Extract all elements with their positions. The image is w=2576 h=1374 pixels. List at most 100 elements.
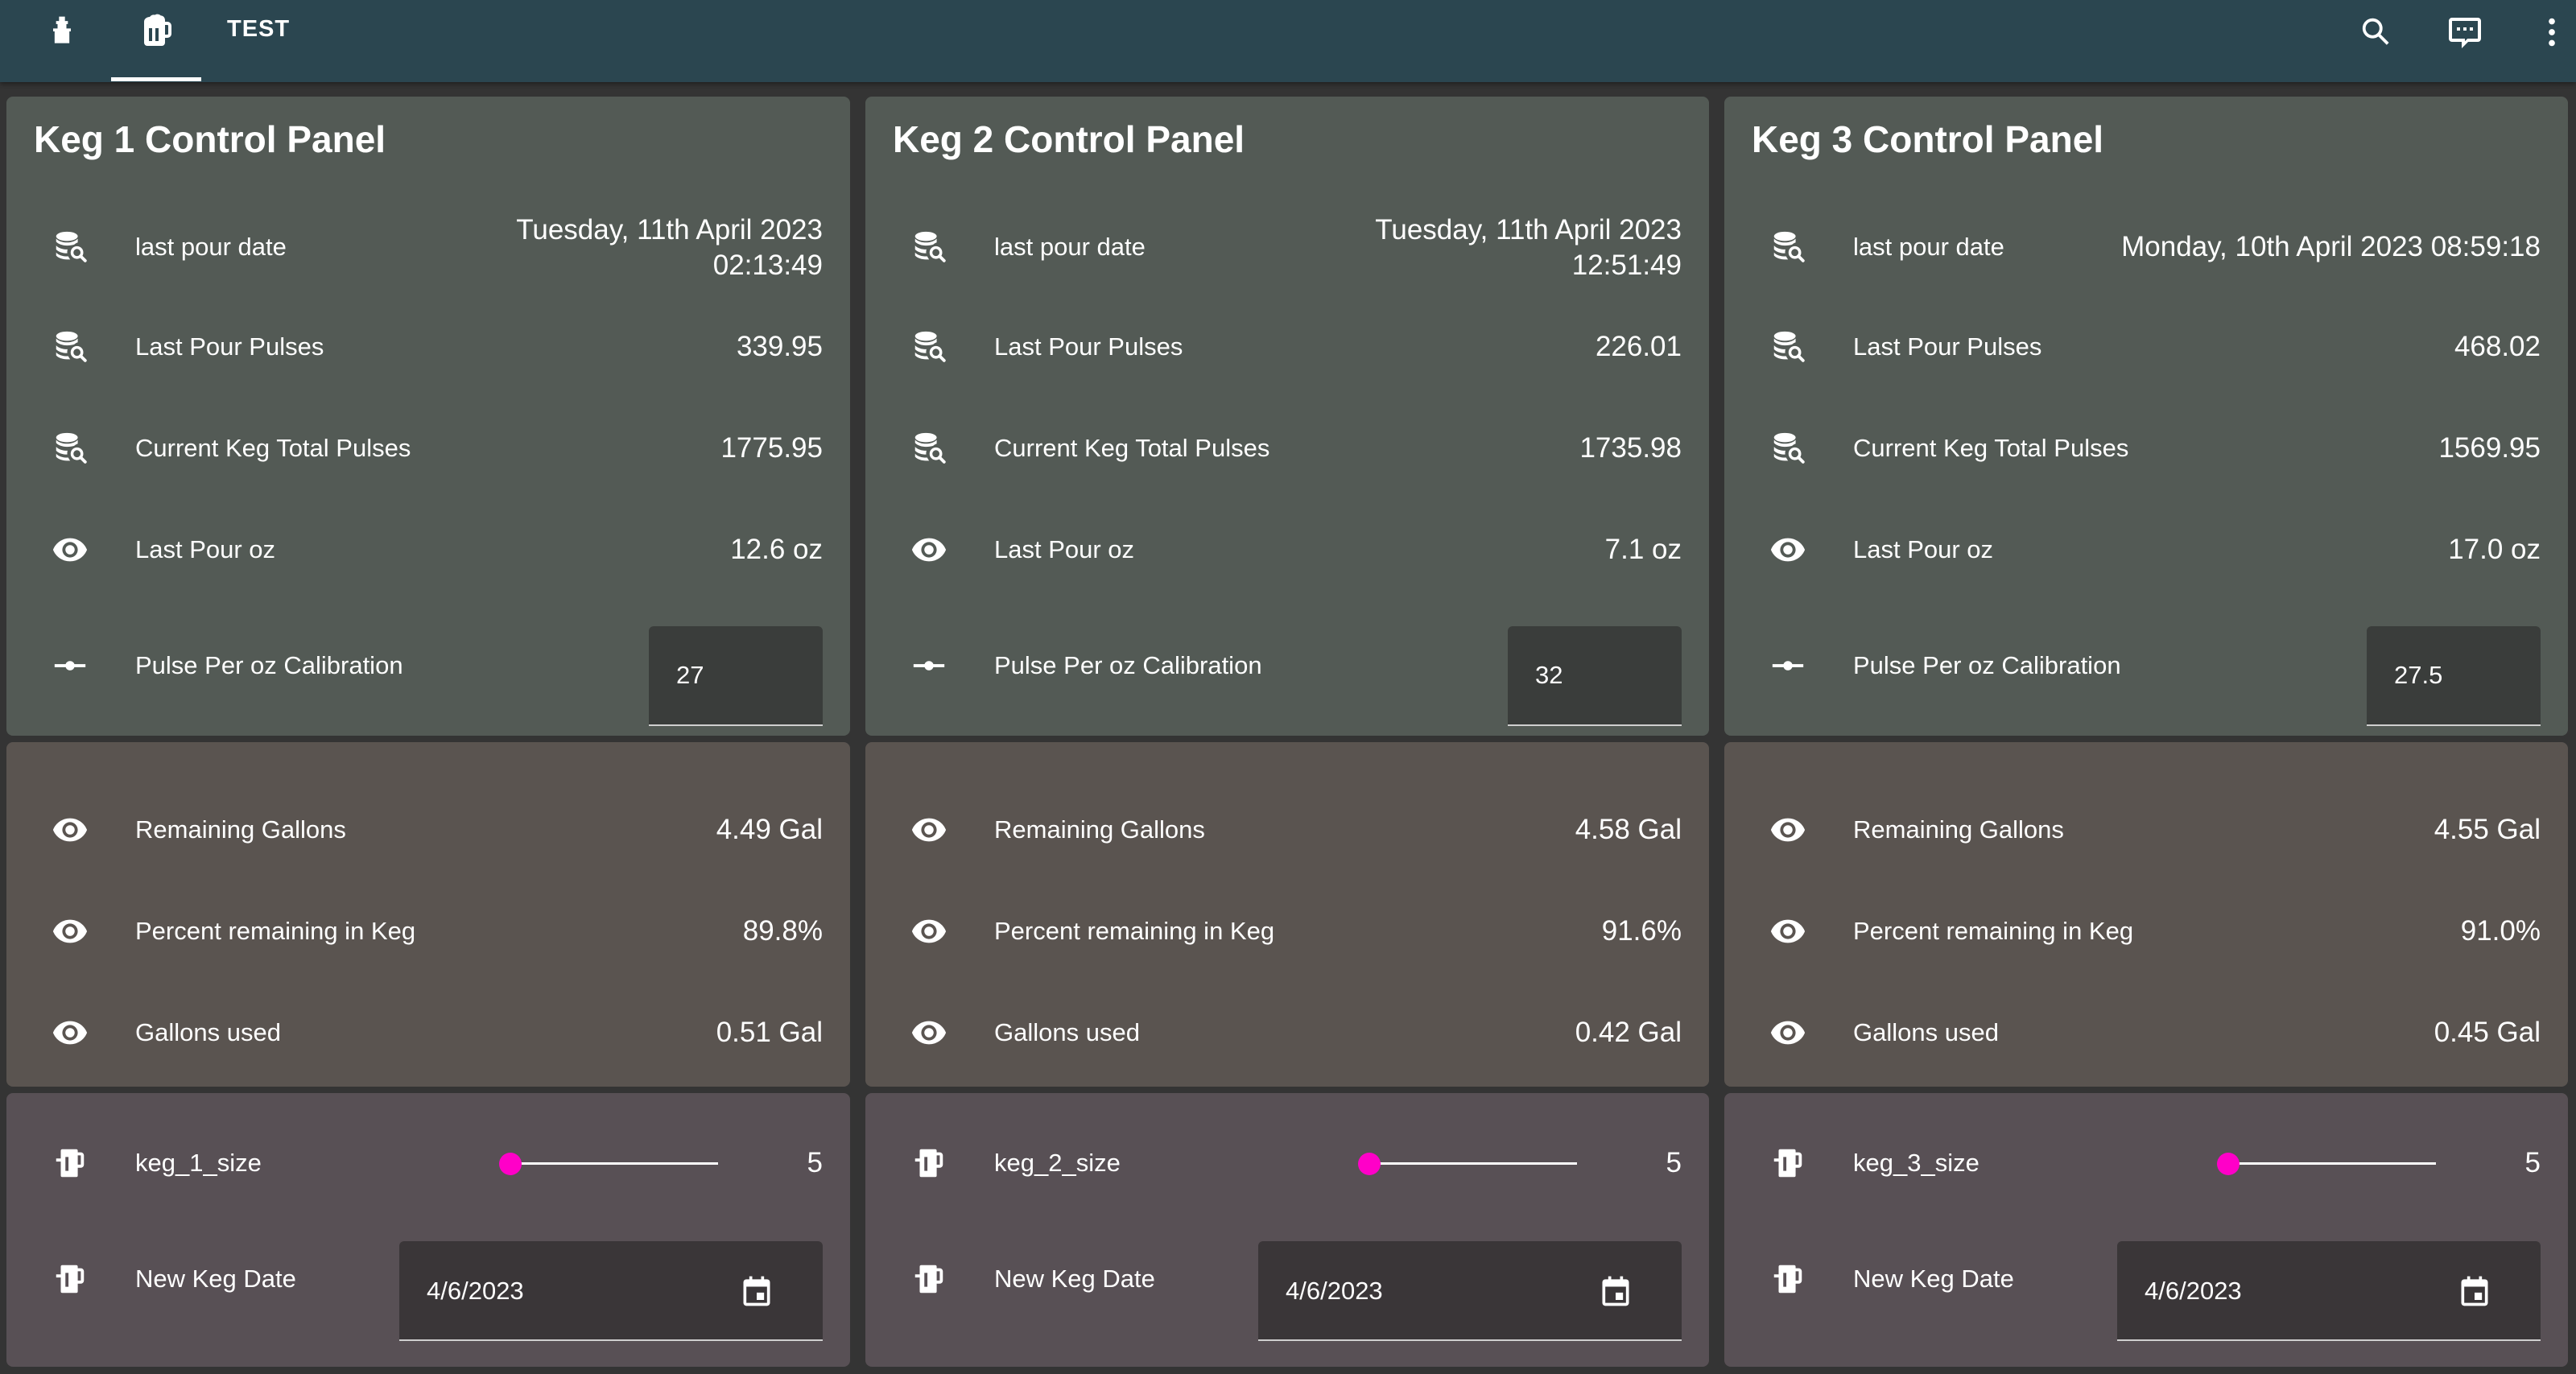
row-label: Current Keg Total Pulses: [135, 434, 411, 462]
row-value: 5: [807, 1147, 823, 1178]
row-last-pour-oz[interactable]: Last Pour oz 7.1 oz: [865, 522, 1709, 578]
row-label: Gallons used: [994, 1018, 1140, 1046]
calendar-icon[interactable]: [1598, 1273, 1633, 1309]
last-pour-time-line: 12:51:49: [1571, 250, 1682, 281]
calendar-icon[interactable]: [739, 1273, 774, 1309]
card-title: Keg 1 Control Panel: [34, 118, 386, 160]
dots-vertical-icon: [2549, 18, 2555, 47]
search-icon: [2362, 18, 2389, 45]
new-keg-date-input[interactable]: 4/6/2023: [1258, 1241, 1682, 1341]
database-search-icon: [1766, 225, 1810, 269]
row-label: Pulse Per oz Calibration: [135, 651, 403, 679]
calendar-icon[interactable]: [2457, 1273, 2492, 1309]
row-value: 468.02: [2454, 331, 2541, 362]
row-label: Current Keg Total Pulses: [994, 434, 1270, 462]
last-pour-date-line: Tuesday, 11th April 2023: [516, 214, 823, 246]
row-label: Percent remaining in Keg: [135, 917, 416, 945]
row-percent-remaining[interactable]: Percent remaining in Keg 91.6%: [865, 903, 1709, 959]
row-label: Last Pour Pulses: [1853, 332, 2042, 361]
row-value: 89.8%: [742, 915, 823, 947]
row-value: 7.1 oz: [1604, 534, 1682, 565]
tab-tool[interactable]: [40, 10, 84, 53]
row-label: Remaining Gallons: [1853, 815, 2064, 844]
keg-icon: [1766, 1257, 1810, 1301]
row-last-pour-oz[interactable]: Last Pour oz 17.0 oz: [1724, 522, 2568, 578]
row-last-pour-date[interactable]: last pour date Monday, 10th April 2023 0…: [1724, 219, 2568, 275]
active-tab-indicator: [111, 77, 201, 81]
calibration-input[interactable]: [1508, 626, 1682, 726]
new-keg-date-input[interactable]: 4/6/2023: [399, 1241, 823, 1341]
row-value: Tuesday, 11th April 2023 12:51:49: [1375, 212, 1682, 283]
new-keg-date-input[interactable]: 4/6/2023: [2117, 1241, 2541, 1341]
row-calibration: Pulse Per oz Calibration: [865, 626, 1709, 726]
row-total-pulses[interactable]: Current Keg Total Pulses 1569.95: [1724, 420, 2568, 477]
row-value: 4.49 Gal: [716, 814, 823, 845]
keg-2-control-panel-card: Keg 2 Control Panel last pour date Tuesd…: [865, 97, 1709, 736]
overflow-menu-button[interactable]: [2529, 10, 2574, 55]
row-label: Remaining Gallons: [135, 815, 346, 844]
calibration-input[interactable]: [649, 626, 823, 726]
row-gallons-used[interactable]: Gallons used 0.42 Gal: [865, 1005, 1709, 1061]
eye-icon: [48, 910, 92, 953]
tab-test[interactable]: TEST: [227, 16, 290, 43]
row-last-pour-pulses[interactable]: Last Pour Pulses 468.02: [1724, 319, 2568, 375]
row-label: New Keg Date: [994, 1265, 1155, 1293]
eye-icon: [907, 1011, 951, 1054]
row-label: Gallons used: [1853, 1018, 1999, 1046]
slider-track: [1369, 1162, 1577, 1165]
row-label: keg_2_size: [994, 1149, 1121, 1177]
row-remaining-gallons[interactable]: Remaining Gallons 4.55 Gal: [1724, 802, 2568, 858]
row-last-pour-pulses[interactable]: Last Pour Pulses 226.01: [865, 319, 1709, 375]
row-total-pulses[interactable]: Current Keg Total Pulses 1735.98: [865, 420, 1709, 477]
row-value: 0.45 Gal: [2434, 1017, 2541, 1048]
row-last-pour-pulses[interactable]: Last Pour Pulses 339.95: [6, 319, 850, 375]
row-calibration: Pulse Per oz Calibration: [1724, 626, 2568, 726]
row-gallons-used[interactable]: Gallons used 0.51 Gal: [6, 1005, 850, 1061]
slider-track: [510, 1162, 718, 1165]
row-keg-size: keg_2_size 5: [865, 1135, 1709, 1191]
keg-2-settings-card: keg_2_size 5 New Keg Date 4/6/2023: [865, 1093, 1709, 1367]
keg-size-slider[interactable]: [499, 1135, 718, 1191]
tab-keg[interactable]: [134, 10, 177, 53]
card-title: Keg 3 Control Panel: [1752, 118, 2104, 160]
calibration-input[interactable]: [2367, 626, 2541, 726]
keg-icon: [907, 1257, 951, 1301]
keg-icon: [907, 1141, 951, 1185]
row-label: Last Pour Pulses: [994, 332, 1183, 361]
keg-1-volume-card: Remaining Gallons 4.49 Gal Percent remai…: [6, 742, 850, 1087]
row-value: 17.0 oz: [2448, 534, 2541, 565]
row-percent-remaining[interactable]: Percent remaining in Keg 89.8%: [6, 903, 850, 959]
row-label: Last Pour oz: [1853, 535, 1994, 563]
database-search-icon: [907, 325, 951, 369]
eye-icon: [1766, 910, 1810, 953]
row-label: Gallons used: [135, 1018, 281, 1046]
keg-icon: [48, 1141, 92, 1185]
row-remaining-gallons[interactable]: Remaining Gallons 4.49 Gal: [6, 802, 850, 858]
slider-track: [2228, 1162, 2436, 1165]
row-label: last pour date: [994, 233, 1146, 261]
row-remaining-gallons[interactable]: Remaining Gallons 4.58 Gal: [865, 802, 1709, 858]
eye-icon: [1766, 1011, 1810, 1054]
row-label: Current Keg Total Pulses: [1853, 434, 2129, 462]
assist-button[interactable]: [2442, 10, 2487, 55]
row-percent-remaining[interactable]: Percent remaining in Keg 91.0%: [1724, 903, 2568, 959]
row-value: 91.0%: [2460, 915, 2541, 947]
row-label: Remaining Gallons: [994, 815, 1205, 844]
row-last-pour-date[interactable]: last pour date Tuesday, 11th April 2023 …: [6, 214, 850, 281]
row-total-pulses[interactable]: Current Keg Total Pulses 1775.95: [6, 420, 850, 477]
row-label: keg_3_size: [1853, 1149, 1979, 1177]
search-button[interactable]: [2354, 10, 2399, 55]
slider-thumb[interactable]: [2217, 1153, 2240, 1175]
keg-size-slider[interactable]: [1358, 1135, 1577, 1191]
keg-size-slider[interactable]: [2217, 1135, 2436, 1191]
database-search-icon: [907, 427, 951, 470]
slider-thumb[interactable]: [1358, 1153, 1381, 1175]
row-value: 1775.95: [720, 432, 823, 464]
row-last-pour-date[interactable]: last pour date Tuesday, 11th April 2023 …: [865, 214, 1709, 281]
slider-thumb[interactable]: [499, 1153, 522, 1175]
row-gallons-used[interactable]: Gallons used 0.45 Gal: [1724, 1005, 2568, 1061]
eye-icon: [1766, 528, 1810, 571]
row-last-pour-oz[interactable]: Last Pour oz 12.6 oz: [6, 522, 850, 578]
ray-vertex-icon: [1766, 644, 1810, 687]
eye-icon: [907, 910, 951, 953]
